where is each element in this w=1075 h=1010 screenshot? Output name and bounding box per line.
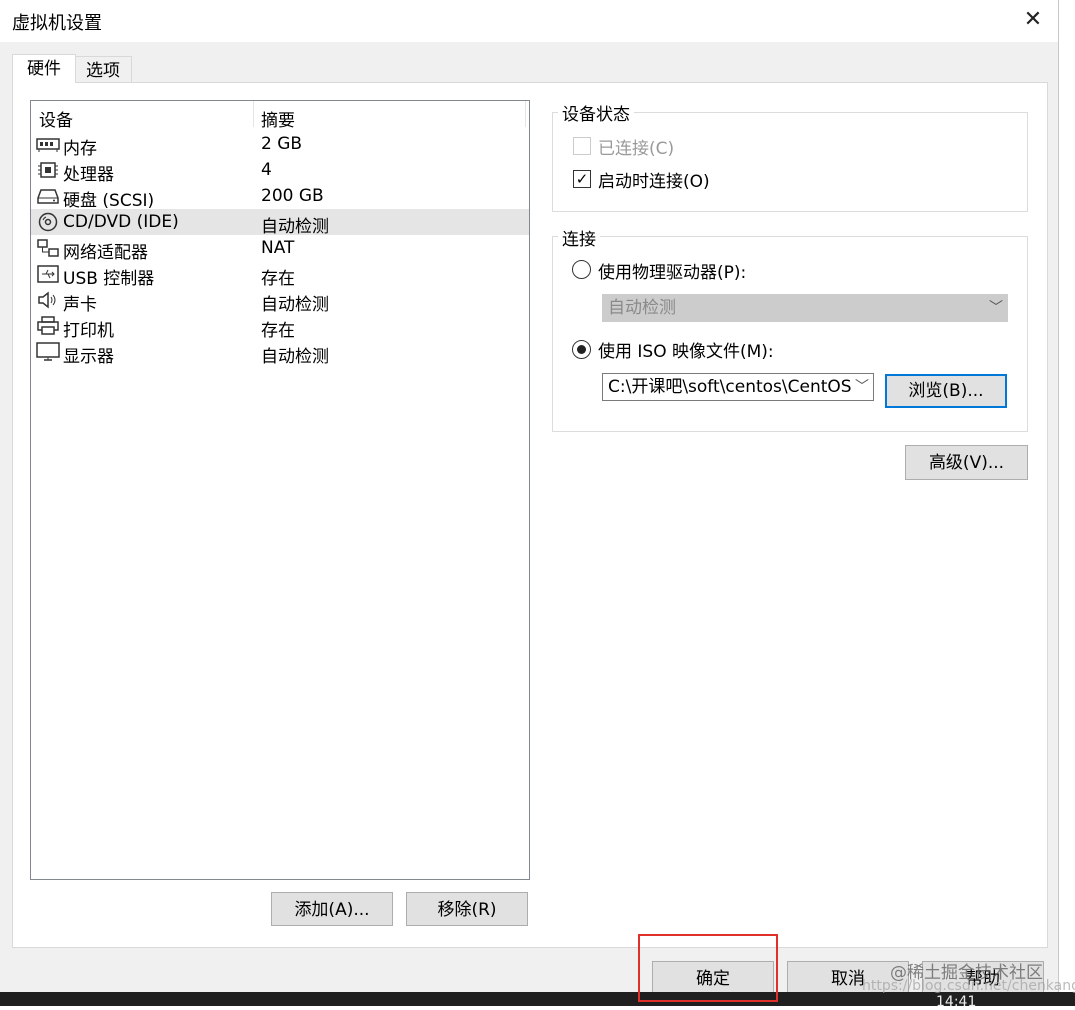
usb-icon: [37, 265, 59, 283]
add-button[interactable]: 添加(A)...: [271, 892, 393, 926]
chevron-down-icon: ﹀: [985, 295, 1007, 321]
radio-selected-dot: [577, 345, 586, 354]
display-icon: [36, 342, 60, 361]
iso-image-label: 使用 ISO 映像文件(M):: [598, 342, 774, 362]
taskbar-clock: 14:41: [936, 994, 977, 1010]
close-icon[interactable]: ✕: [1008, 0, 1058, 42]
device-summary: 自动检测: [261, 347, 329, 367]
title-bar: 虚拟机设置 ✕: [0, 0, 1058, 42]
connected-label: 已连接(C): [598, 139, 675, 159]
device-summary: 存在: [261, 321, 295, 341]
device-summary: 2 GB: [261, 134, 303, 154]
device-row-printer[interactable]: 打印机 存在: [31, 313, 529, 341]
column-divider: [525, 101, 526, 127]
iso-image-radio[interactable]: [572, 340, 591, 359]
device-name: USB 控制器: [63, 269, 155, 289]
device-summary: 自动检测: [261, 217, 329, 237]
tab-hardware[interactable]: 硬件: [12, 54, 76, 83]
printer-icon: [37, 316, 59, 335]
cd-dvd-icon: [38, 212, 58, 232]
taskbar: [0, 992, 1075, 1006]
connection-label: 连接: [558, 225, 600, 250]
device-name: 打印机: [63, 321, 114, 341]
advanced-button[interactable]: 高级(V)...: [905, 445, 1028, 480]
sound-card-icon: [38, 291, 56, 309]
remove-button[interactable]: 移除(R): [406, 892, 528, 926]
column-header-summary[interactable]: 摘要: [261, 106, 295, 131]
vm-settings-window: 虚拟机设置 ✕ 硬件 选项 设备 摘要 内存 2 GB 处理器 4 硬盘 (SC…: [0, 0, 1059, 995]
device-name: 硬盘 (SCSI): [63, 191, 155, 211]
device-summary: 200 GB: [261, 186, 324, 206]
physical-drive-label: 使用物理驱动器(P):: [598, 263, 747, 283]
iso-path-combo[interactable]: C:\开课吧\soft\centos\CentOS ﹀: [602, 373, 874, 401]
device-row-processor[interactable]: 处理器 4: [31, 157, 529, 185]
device-summary: 4: [261, 160, 272, 180]
device-list-header: 设备 摘要: [31, 101, 529, 131]
device-name: CD/DVD (IDE): [63, 212, 179, 232]
device-row-harddisk[interactable]: 硬盘 (SCSI) 200 GB: [31, 183, 529, 211]
device-summary: 自动检测: [261, 295, 329, 315]
iso-path-value: C:\开课吧\soft\centos\CentOS: [608, 377, 852, 397]
device-row-sound-card[interactable]: 声卡 自动检测: [31, 287, 529, 315]
memory-icon: [36, 138, 60, 152]
tab-options[interactable]: 选项: [74, 56, 132, 85]
device-row-cd-dvd[interactable]: CD/DVD (IDE) 自动检测: [31, 209, 529, 237]
device-name: 内存: [63, 139, 97, 159]
device-row-usb-controller[interactable]: USB 控制器 存在: [31, 261, 529, 289]
chevron-down-icon[interactable]: ﹀: [851, 374, 873, 400]
device-status-group: [552, 112, 1028, 212]
device-row-display[interactable]: 显示器 自动检测: [31, 339, 529, 367]
device-list[interactable]: 设备 摘要 内存 2 GB 处理器 4 硬盘 (SCSI) 200 GB CD/…: [30, 100, 530, 880]
device-name: 显示器: [63, 347, 114, 367]
device-row-memory[interactable]: 内存 2 GB: [31, 131, 529, 159]
column-header-device[interactable]: 设备: [39, 106, 73, 131]
physical-drive-value: 自动检测: [608, 298, 676, 318]
watermark-url: https://blog.csdn.net/chenkang: [862, 978, 1075, 994]
processor-icon: [38, 162, 58, 178]
network-adapter-icon: [37, 239, 59, 257]
device-name: 处理器: [63, 165, 114, 185]
annotation-highlight-box: [638, 934, 778, 1002]
connect-at-power-on-label: 启动时连接(O): [598, 172, 710, 192]
connected-checkbox[interactable]: [573, 137, 591, 155]
connect-at-power-on-checkbox[interactable]: ✓: [573, 170, 591, 188]
device-row-network-adapter[interactable]: 网络适配器 NAT: [31, 235, 529, 263]
device-status-label: 设备状态: [558, 100, 634, 125]
device-name: 声卡: [63, 295, 97, 315]
column-divider[interactable]: [253, 101, 254, 127]
device-summary: NAT: [261, 238, 295, 258]
harddisk-icon: [37, 189, 59, 204]
device-name: 网络适配器: [63, 243, 148, 263]
physical-drive-radio[interactable]: [572, 260, 591, 279]
browse-button[interactable]: 浏览(B)...: [885, 374, 1007, 408]
window-title: 虚拟机设置: [12, 13, 102, 34]
physical-drive-select[interactable]: 自动检测 ﹀: [602, 294, 1008, 322]
device-summary: 存在: [261, 269, 295, 289]
